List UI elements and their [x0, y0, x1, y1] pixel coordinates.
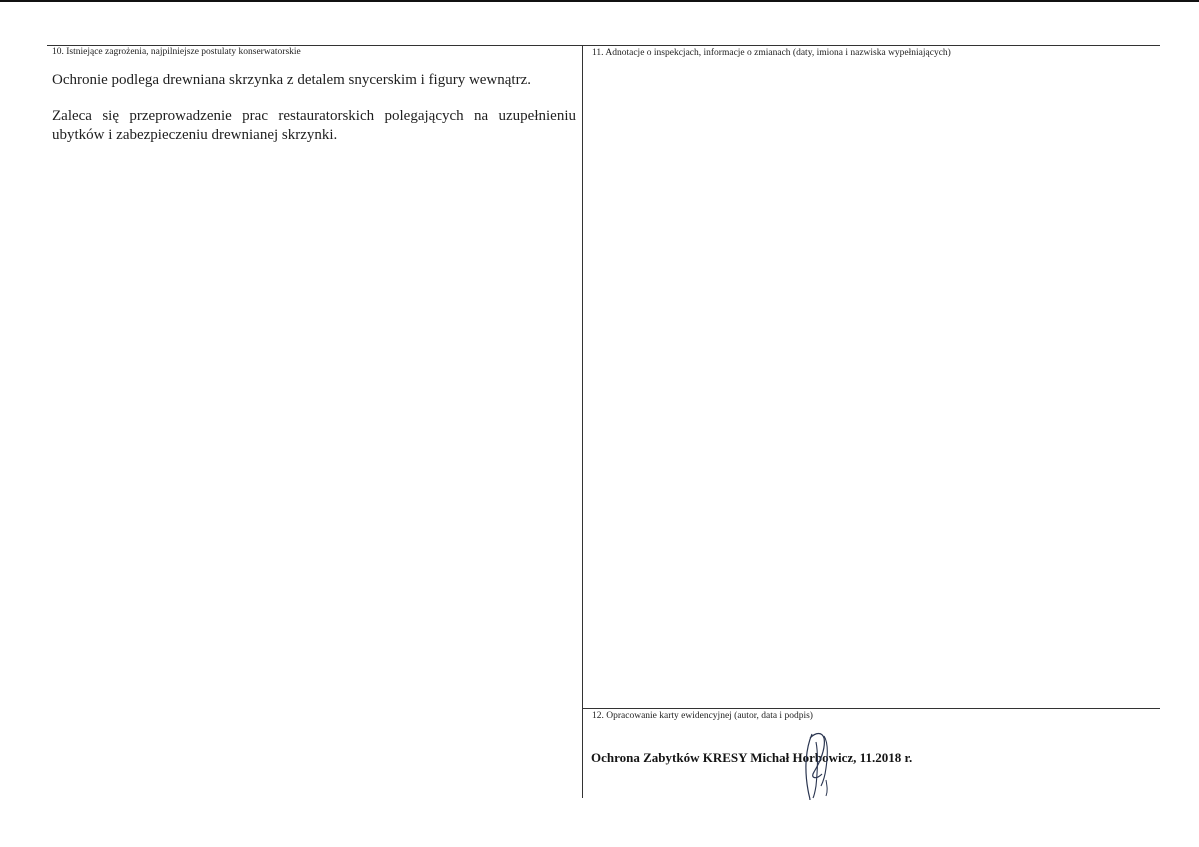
handwritten-signature [805, 732, 828, 801]
section-10-paragraph-2: Zaleca się przeprowadzenie prac restaura… [52, 108, 576, 143]
section-10-label: 10. Istniejące zagrożenia, najpilniejsze… [52, 47, 301, 57]
column-divider [582, 45, 583, 798]
section-12-top-rule [582, 708, 1160, 709]
section-11-label: 11. Adnotacje o inspekcjach, informacje … [592, 48, 951, 58]
section-10-body: Ochronie podlega drewniana skrzynka z de… [52, 71, 576, 145]
page-top-edge [0, 0, 1199, 2]
section-12-author-line: Ochrona Zabytków KRESY Michał Horbowicz,… [591, 750, 913, 765]
section-10-paragraph-1: Ochronie podlega drewniana skrzynka z de… [52, 72, 531, 88]
section-12-label: 12. Opracowanie karty ewidencyjnej (auto… [592, 711, 813, 721]
section-11-top-rule [582, 45, 1160, 46]
